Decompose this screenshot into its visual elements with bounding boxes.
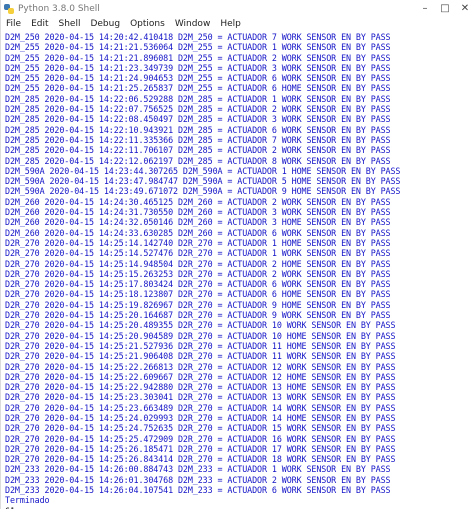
output-line: D2M_255 2020-04-15 14:21:21.896081 D2M_2…	[5, 52, 391, 63]
output-line: D2R_270 2020-04-15 14:25:23.303041 D2R_2…	[5, 392, 396, 403]
output-line: D2M_260 2020-04-15 14:24:30.465125 D2M_2…	[5, 196, 391, 207]
output-line: D2M_285 2020-04-15 14:22:07.756525 D2M_2…	[5, 104, 391, 115]
maximize-icon[interactable]: □	[435, 0, 455, 17]
menu-debug[interactable]: Debug	[85, 17, 125, 32]
menu-window[interactable]: Window	[170, 17, 216, 32]
python-logo-icon	[4, 3, 14, 14]
status-text: Terminado	[5, 495, 50, 506]
output-line: D2M_233 2020-04-15 14:26:00.884743 D2M_2…	[5, 464, 391, 475]
menu-shell[interactable]: Shell	[54, 17, 86, 32]
title-bar[interactable]: Python 3.8.0 Shell – □ ✕	[1, 0, 474, 17]
output-line: D2M_260 2020-04-15 14:24:32.050146 D2M_2…	[5, 217, 391, 228]
output-line: D2M_590A 2020-04-15 14:23:44.307265 D2M_…	[5, 165, 401, 176]
window-controls: – □ ✕	[415, 0, 474, 17]
menu-bar: File Edit Shell Debug Options Window Hel…	[1, 17, 474, 32]
output-line: D2R_270 2020-04-15 14:25:18.123807 D2R_2…	[5, 289, 391, 300]
output-line: D2R_270 2020-04-15 14:25:20.164687 D2R_2…	[5, 310, 391, 321]
close-icon[interactable]: ✕	[455, 0, 474, 17]
output-line: D2R_270 2020-04-15 14:25:14.948504 D2R_2…	[5, 258, 391, 269]
output-line: D2R_270 2020-04-15 14:25:15.263253 D2R_2…	[5, 268, 391, 279]
output-line: D2M_233 2020-04-15 14:26:04.107541 D2M_2…	[5, 485, 391, 496]
output-line: D2R_270 2020-04-15 14:25:23.663489 D2R_2…	[5, 402, 396, 413]
output-line: D2R_270 2020-04-15 14:25:25.472909 D2R_2…	[5, 433, 396, 444]
output-line: D2M_590A 2020-04-15 14:23:47.984747 D2M_…	[5, 176, 401, 187]
output-line: D2M_285 2020-04-15 14:22:06.529288 D2M_2…	[5, 93, 391, 104]
final-value: 61	[5, 506, 471, 509]
output-line: D2R_270 2020-04-15 14:25:20.489355 D2R_2…	[5, 320, 396, 331]
output-line: D2M_285 2020-04-15 14:22:11.335366 D2M_2…	[5, 134, 391, 145]
python-shell-window: Python 3.8.0 Shell – □ ✕ File Edit Shell…	[0, 0, 474, 509]
menu-edit[interactable]: Edit	[26, 17, 53, 32]
output-line: D2R_270 2020-04-15 14:25:19.826967 D2R_2…	[5, 299, 391, 310]
menu-options[interactable]: Options	[125, 17, 170, 32]
output-line: D2M_255 2020-04-15 14:21:24.904653 D2M_2…	[5, 73, 391, 84]
output-line: D2R_270 2020-04-15 14:25:22.609667 D2R_2…	[5, 371, 396, 382]
output-line: D2M_260 2020-04-15 14:24:31.730550 D2M_2…	[5, 207, 391, 218]
output-line: D2R_270 2020-04-15 14:25:24.029993 D2R_2…	[5, 412, 396, 423]
output-line: D2M_285 2020-04-15 14:22:10.943921 D2M_2…	[5, 124, 391, 135]
output-line: D2M_285 2020-04-15 14:22:12.062197 D2M_2…	[5, 155, 391, 166]
output-line: D2M_285 2020-04-15 14:22:11.706107 D2M_2…	[5, 145, 391, 156]
shell-output-area[interactable]: D2M_250 2020-04-15 14:20:42.410418 D2M_2…	[5, 32, 471, 509]
output-line: D2R_270 2020-04-15 14:25:21.527936 D2R_2…	[5, 340, 396, 351]
output-line: D2R_270 2020-04-15 14:25:24.752635 D2R_2…	[5, 423, 396, 434]
output-line: D2R_270 2020-04-15 14:25:14.527476 D2R_2…	[5, 248, 391, 259]
output-line: D2R_270 2020-04-15 14:25:17.803424 D2R_2…	[5, 279, 391, 290]
output-line: D2M_285 2020-04-15 14:22:08.450497 D2M_2…	[5, 114, 391, 125]
output-line: D2R_270 2020-04-15 14:25:14.142740 D2R_2…	[5, 237, 391, 248]
window-title: Python 3.8.0 Shell	[18, 3, 100, 14]
minimize-icon[interactable]: –	[415, 0, 435, 17]
menu-file[interactable]: File	[1, 17, 26, 32]
output-line: D2M_590A 2020-04-15 14:23:49.671072 D2M_…	[5, 186, 401, 197]
output-line: D2R_270 2020-04-15 14:25:26.843414 D2R_2…	[5, 454, 396, 465]
output-line: D2M_250 2020-04-15 14:20:42.410418 D2M_2…	[5, 32, 391, 42]
output-line: D2R_270 2020-04-15 14:25:22.942880 D2R_2…	[5, 382, 396, 393]
output-line: D2R_270 2020-04-15 14:25:21.906408 D2R_2…	[5, 351, 396, 362]
output-line: D2M_255 2020-04-15 14:21:21.536064 D2M_2…	[5, 42, 391, 53]
output-line: D2M_233 2020-04-15 14:26:01.304768 D2M_2…	[5, 474, 391, 485]
output-line: D2R_270 2020-04-15 14:25:26.185471 D2R_2…	[5, 443, 396, 454]
output-line: D2R_270 2020-04-15 14:25:20.904589 D2R_2…	[5, 330, 396, 341]
output-line: D2M_255 2020-04-15 14:21:23.349739 D2M_2…	[5, 62, 391, 73]
menu-help[interactable]: Help	[215, 17, 246, 32]
output-line: D2M_260 2020-04-15 14:24:33.630285 D2M_2…	[5, 227, 391, 238]
output-line: D2R_270 2020-04-15 14:25:22.266813 D2R_2…	[5, 361, 396, 372]
output-line: D2M_255 2020-04-15 14:21:25.265837 D2M_2…	[5, 83, 391, 94]
